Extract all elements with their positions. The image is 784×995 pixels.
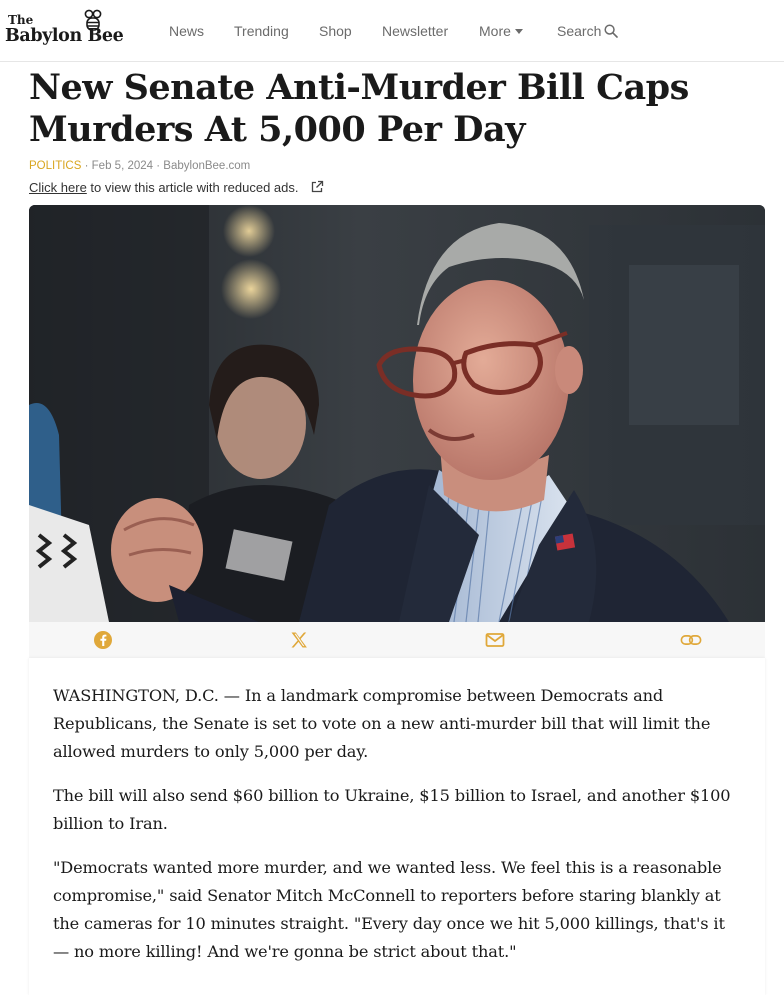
nav-search-label: Search: [557, 23, 602, 39]
site-header: The Babylon Bee News Trending Shop Newsl…: [0, 0, 784, 62]
reduced-ads-link[interactable]: Click here: [29, 180, 87, 195]
article-meta: POLITICS · Feb 5, 2024 · BabylonBee.com: [29, 160, 250, 172]
link-icon[interactable]: [680, 630, 702, 650]
reduced-ads-notice: Click here to view this article with red…: [29, 180, 324, 195]
search-icon: [604, 24, 619, 38]
hero-photo: [29, 205, 765, 622]
article-source: BabylonBee.com: [163, 160, 251, 172]
nav-trending[interactable]: Trending: [234, 23, 289, 39]
meta-separator: ·: [84, 160, 89, 172]
nav-search[interactable]: Search: [557, 23, 619, 39]
nav-more-label: More: [479, 23, 511, 39]
article-title: New Senate Anti-Murder Bill Caps Murders…: [29, 67, 759, 151]
logo-name: Babylon Bee: [5, 26, 124, 46]
logo-the: The: [8, 13, 34, 27]
email-icon[interactable]: [484, 630, 506, 650]
facebook-icon[interactable]: [92, 630, 114, 650]
title-line-1: New Senate Anti-Murder Bill Caps: [29, 67, 689, 108]
article-body: WASHINGTON, D.C. — In a landmark comprom…: [29, 658, 765, 995]
nav-newsletter[interactable]: Newsletter: [382, 23, 448, 39]
site-logo[interactable]: The Babylon Bee: [5, 9, 137, 49]
article-paragraph-1: WASHINGTON, D.C. — In a landmark comprom…: [53, 686, 711, 761]
reduced-ads-text: to view this article with reduced ads.: [86, 180, 299, 195]
chevron-down-icon: [514, 29, 523, 34]
nav-shop[interactable]: Shop: [319, 23, 352, 39]
external-link-icon[interactable]: [310, 180, 324, 194]
article-date: Feb 5, 2024: [91, 160, 154, 172]
article-paragraph-2: The bill will also send $60 billion to U…: [53, 786, 731, 833]
title-line-2: Murders At 5,000 Per Day: [29, 109, 526, 150]
article-hero-image: [29, 205, 765, 622]
article-category[interactable]: POLITICS: [29, 160, 81, 172]
article-paragraph-3: "Democrats wanted more murder, and we wa…: [53, 858, 725, 961]
x-icon[interactable]: [288, 630, 310, 650]
nav-more[interactable]: More: [479, 23, 523, 39]
meta-separator: ·: [156, 160, 161, 172]
nav-news[interactable]: News: [169, 23, 204, 39]
share-bar: [29, 622, 765, 658]
